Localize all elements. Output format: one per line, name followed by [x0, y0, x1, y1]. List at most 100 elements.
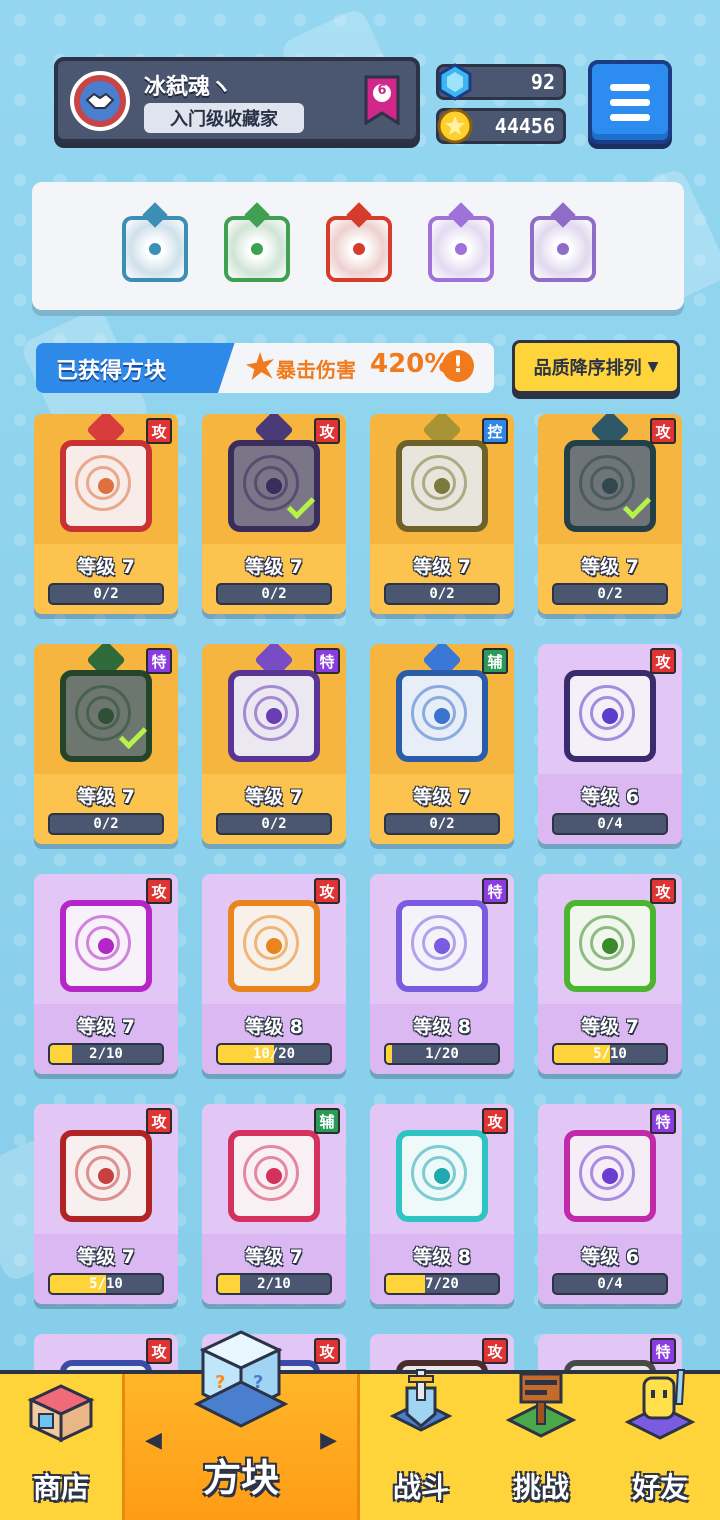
block-core-dot	[149, 243, 161, 255]
block-core-dot	[434, 478, 450, 494]
block-level: 等级 7	[77, 786, 135, 808]
mystery-block-icon: ? ?	[193, 1326, 289, 1436]
progress-count: 0/2	[429, 586, 455, 602]
upgrade-progress-bar: 10/20	[216, 1043, 332, 1065]
nav-friends[interactable]: 好友	[600, 1369, 720, 1520]
block-card[interactable]: 辅等级 7 2/10	[202, 1104, 346, 1304]
block-card[interactable]: 攻等级 7 2/10	[34, 874, 178, 1074]
type-badge: 攻	[650, 878, 676, 904]
equipped-blocks-panel	[32, 182, 684, 310]
block-card[interactable]: 攻等级 8 7/20	[370, 1104, 514, 1304]
block-level: 等级 7	[413, 786, 471, 808]
block-level: 等级 7	[77, 1246, 135, 1268]
block-card[interactable]: 攻等级 7 0/2	[202, 414, 346, 614]
block-card[interactable]: 攻等级 8 10/20	[202, 874, 346, 1074]
block-card[interactable]: 攻等级 7 0/2	[538, 414, 682, 614]
upgrade-progress-bar: 2/10	[216, 1273, 332, 1295]
block-core-dot	[98, 1168, 114, 1184]
nav-battle-label: 战斗	[392, 1471, 449, 1504]
sword-shield-icon	[381, 1366, 461, 1450]
progress-count: 2/10	[257, 1276, 291, 1292]
block-level: 等级 7	[77, 556, 135, 578]
block-level: 等级 7	[413, 556, 471, 578]
upgrade-progress-bar: 0/2	[552, 583, 668, 605]
progress-count: 0/4	[597, 1276, 623, 1292]
block-art	[396, 670, 488, 762]
nav-blocks[interactable]: ? ? ◀ ▶ 方块	[122, 1330, 360, 1520]
block-question-mark: ?	[215, 1372, 226, 1393]
player-profile-panel[interactable]: 冰弑魂ヽ 入门级收藏家 6	[54, 57, 420, 143]
dropdown-arrow-icon: ▼	[647, 359, 659, 375]
rank-ribbon-icon[interactable]: 6	[364, 75, 400, 126]
menu-button[interactable]	[588, 60, 672, 144]
equipped-slot[interactable]	[122, 202, 188, 282]
owned-blocks-title: 已获得方块	[56, 359, 167, 384]
type-badge: 控	[482, 418, 508, 444]
type-badge: 特	[314, 648, 340, 674]
block-card[interactable]: 特等级 6 0/4	[538, 1104, 682, 1304]
upgrade-progress-bar: 0/2	[216, 813, 332, 835]
type-badge: 特	[146, 648, 172, 674]
nav-shop[interactable]: 商店	[0, 1374, 122, 1520]
progress-count: 2/10	[89, 1046, 123, 1062]
progress-count: 10/20	[252, 1046, 296, 1062]
block-card[interactable]: 辅等级 7 0/2	[370, 644, 514, 844]
type-badge: 攻	[482, 1108, 508, 1134]
nav-battle[interactable]: 战斗	[360, 1369, 482, 1520]
block-card[interactable]: 特等级 7 0/2	[34, 644, 178, 844]
block-level: 等级 6	[581, 1246, 639, 1268]
block-core-dot	[251, 243, 263, 255]
rank-number: 6	[377, 83, 387, 98]
block-art	[228, 900, 320, 992]
equipped-slot[interactable]	[224, 202, 290, 282]
avatar[interactable]	[70, 71, 130, 131]
upgrade-progress-bar: 2/10	[48, 1043, 164, 1065]
block-art	[564, 900, 656, 992]
type-badge: 辅	[314, 1108, 340, 1134]
block-card[interactable]: 攻等级 7 0/2	[34, 414, 178, 614]
crit-damage-label: 暴击伤害	[276, 358, 356, 382]
block-core-dot	[98, 938, 114, 954]
sort-dropdown-button[interactable]: 品质降序排列 ▼	[512, 340, 680, 394]
block-core-dot	[434, 708, 450, 724]
block-core-dot	[455, 243, 467, 255]
upgrade-progress-bar: 1/20	[384, 1043, 500, 1065]
equipped-slot[interactable]	[428, 202, 494, 282]
equipped-slot[interactable]	[326, 202, 392, 282]
upgrade-progress-bar: 7/20	[384, 1273, 500, 1295]
block-art	[396, 1130, 488, 1222]
bottom-navigation: 商店 ? ? ◀ ▶ 方块 战斗 挑战 好友	[0, 1330, 720, 1520]
block-card[interactable]: 特等级 7 0/2	[202, 644, 346, 844]
block-core-dot	[557, 243, 569, 255]
progress-count: 0/2	[93, 586, 119, 602]
upgrade-progress-bar: 0/2	[384, 813, 500, 835]
progress-count: 0/2	[261, 816, 287, 832]
block-card[interactable]: 控等级 7 0/2	[370, 414, 514, 614]
block-level: 等级 7	[245, 786, 303, 808]
block-card[interactable]: 攻等级 7 5/10	[34, 1104, 178, 1304]
type-badge: 攻	[314, 418, 340, 444]
nav-shop-label: 商店	[32, 1471, 89, 1504]
shop-icon	[21, 1364, 101, 1444]
type-badge: 特	[650, 1108, 676, 1134]
block-card[interactable]: 攻等级 7 5/10	[538, 874, 682, 1074]
info-icon[interactable]: !	[442, 350, 474, 382]
block-level: 等级 7	[245, 1246, 303, 1268]
block-art	[564, 1130, 656, 1222]
block-card[interactable]: 攻等级 6 0/4	[538, 644, 682, 844]
dragon-crest-icon	[346, 202, 372, 228]
equipped-slot[interactable]	[530, 202, 596, 282]
progress-count: 5/10	[593, 1046, 627, 1062]
block-card[interactable]: 特等级 8 1/20	[370, 874, 514, 1074]
friend-character-icon	[620, 1364, 700, 1448]
block-level: 等级 7	[581, 1016, 639, 1038]
type-badge: 攻	[146, 1108, 172, 1134]
type-badge: 特	[482, 878, 508, 904]
nav-friends-label: 好友	[631, 1471, 688, 1504]
nav-challenge[interactable]: 挑战	[482, 1372, 600, 1520]
coin-icon	[435, 106, 475, 146]
coin-counter[interactable]: 44456	[436, 108, 566, 144]
nav-blocks-label: 方块	[202, 1456, 279, 1500]
gem-counter[interactable]: 92	[436, 63, 566, 101]
block-core-dot	[98, 708, 114, 724]
